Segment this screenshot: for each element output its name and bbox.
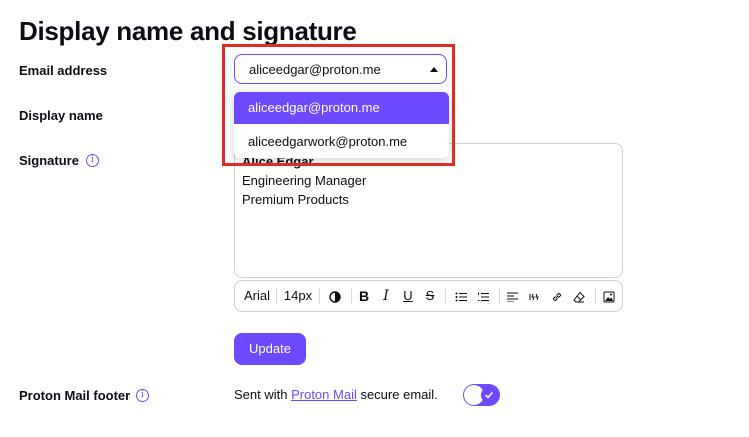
quote-icon[interactable]	[525, 281, 545, 311]
footer-toggle[interactable]	[463, 384, 500, 406]
italic-icon[interactable]: I	[377, 281, 395, 311]
signature-line-2: Engineering Manager	[242, 173, 367, 188]
footer-label: Proton Mail footer	[19, 388, 131, 403]
font-family-dropdown[interactable]: Arial	[243, 281, 271, 311]
signature-label: Signature	[19, 153, 79, 168]
eraser-icon[interactable]	[569, 281, 589, 311]
email-address-label: Email address	[19, 63, 108, 78]
underline-icon[interactable]: U	[399, 281, 417, 311]
image-icon[interactable]	[599, 281, 619, 311]
footer-text-before: Sent with	[234, 387, 292, 402]
contrast-icon[interactable]	[325, 281, 345, 311]
bold-icon[interactable]: B	[355, 281, 373, 311]
footer-info-icon[interactable]: i	[136, 389, 149, 402]
display-name-label: Display name	[19, 108, 103, 123]
editor-toolbar: Arial 14px B I U S	[234, 280, 623, 312]
footer-text: Sent with Proton Mail secure email.	[234, 387, 438, 402]
numbered-list-icon[interactable]	[473, 281, 493, 311]
page-title: Display name and signature	[19, 16, 357, 46]
bullet-list-icon[interactable]	[451, 281, 471, 311]
footer-text-after: secure email.	[356, 387, 438, 402]
proton-mail-link[interactable]: Proton Mail	[291, 387, 357, 402]
link-icon[interactable]	[547, 281, 567, 311]
highlight-box	[222, 44, 455, 166]
strikethrough-icon[interactable]: S	[421, 281, 439, 311]
update-button[interactable]: Update	[234, 333, 306, 365]
font-size-dropdown[interactable]: 14px	[283, 281, 313, 311]
align-left-icon[interactable]	[503, 281, 523, 311]
signature-info-icon[interactable]: i	[86, 154, 99, 167]
signature-line-3: Premium Products	[242, 192, 349, 207]
check-icon	[481, 387, 497, 403]
